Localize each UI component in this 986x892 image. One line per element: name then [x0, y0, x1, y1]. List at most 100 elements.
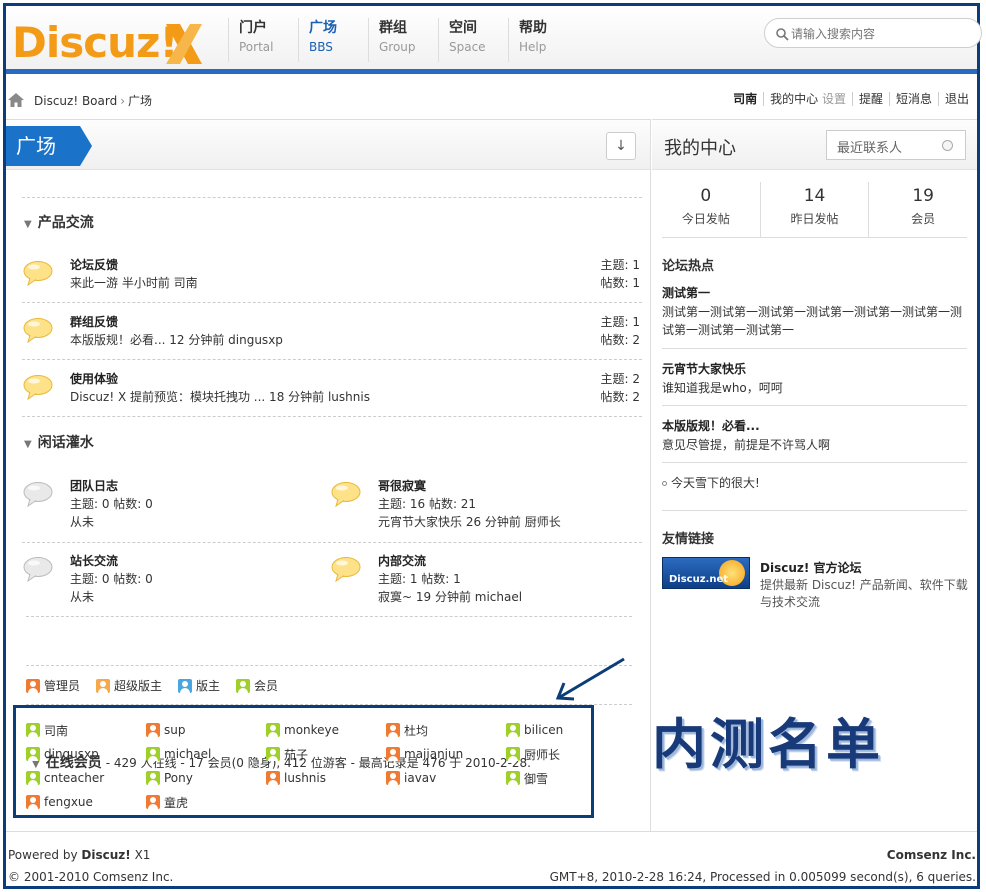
forum-cell[interactable]: 站长交流 主题: 0 帖数: 0 从未 [22, 552, 322, 608]
breadcrumb-root[interactable]: Discuz! Board [34, 94, 117, 108]
forum-cell[interactable]: 内部交流 主题: 1 帖数: 1 寂寞~ 19 分钟前 michael [330, 552, 630, 608]
nav-sublabel: Group [379, 40, 416, 54]
forum-row[interactable]: 使用体验 Discuz! X 提前预览：模块托拽功 ... 18 分钟前 lush… [22, 370, 640, 410]
forum-row[interactable]: 论坛反馈 来此一游 半小时前 司南 主题: 1 帖数: 1 [22, 256, 640, 296]
stat-cell: 19 会员 [868, 182, 977, 237]
member-name[interactable]: bilicen [524, 723, 563, 737]
member-item[interactable]: bilicen [506, 718, 626, 742]
forum-bubble-icon [23, 557, 53, 582]
friend-link-desc: 提供最新 Discuz! 产品新闻、软件下载与技术交流 [760, 578, 968, 609]
collapse-button[interactable]: ↓ [606, 132, 636, 160]
member-item[interactable]: cnteacher [26, 766, 146, 790]
search-input[interactable] [791, 24, 971, 44]
hot-topic-title[interactable]: 测试第一 [662, 284, 967, 301]
user-icon [506, 771, 520, 785]
member-item[interactable]: sup [146, 718, 266, 742]
member-item[interactable]: dingusxp [26, 742, 146, 766]
nav-sublabel: Space [449, 40, 486, 54]
member-item[interactable]: majianjun [386, 742, 506, 766]
forum-name[interactable]: 群组反馈 [70, 313, 118, 330]
my-center-group: 我的中心 设置 [763, 92, 852, 106]
username-link[interactable]: 司南 [727, 92, 763, 106]
forum-last-post[interactable]: 来此一游 半小时前 司南 [70, 274, 198, 291]
site-logo[interactable]: Discuz! [12, 18, 202, 68]
forum-last-post[interactable]: Discuz! X 提前预览：模块托拽功 ... 18 分钟前 lushnis [70, 388, 370, 405]
friend-link-logo[interactable]: Discuz.net [662, 557, 750, 589]
remind-link[interactable]: 提醒 [851, 92, 889, 106]
my-center-link[interactable]: 我的中心 [770, 92, 818, 106]
category-title[interactable]: ▼ 产品交流 [24, 212, 94, 232]
forum-last-post[interactable]: 从未 [70, 513, 94, 530]
member-name[interactable]: majianjun [404, 747, 463, 761]
powered-brand[interactable]: Discuz! [81, 848, 130, 862]
hot-bullet-item[interactable]: 今天雪下的很大! [662, 474, 760, 491]
logout-link[interactable]: 退出 [937, 92, 975, 106]
member-item[interactable]: michael [146, 742, 266, 766]
member-item[interactable]: fengxue [26, 790, 146, 814]
hot-topic[interactable]: 元宵节大家快乐 谁知道我是who，呵呵 [662, 360, 967, 397]
member-name[interactable]: 御雪 [524, 770, 548, 787]
member-name[interactable]: lushnis [284, 771, 326, 785]
hot-topic[interactable]: 本版版规！必看... 意见尽管提，前提是不许骂人啊 [662, 417, 967, 454]
member-name[interactable]: monkeye [284, 723, 339, 737]
category-title[interactable]: ▼ 闲话灌水 [24, 432, 94, 452]
breadcrumb-current[interactable]: 广场 [128, 94, 152, 108]
member-name[interactable]: iavav [404, 771, 436, 785]
forum-name[interactable]: 使用体验 [70, 370, 118, 387]
member-name[interactable]: 杜均 [404, 722, 428, 739]
member-item[interactable]: Pony [146, 766, 266, 790]
member-name[interactable]: cnteacher [44, 771, 104, 785]
forum-row[interactable]: 群组反馈 本版版规！必看... 12 分钟前 dingusxp 主题: 1 帖数: 2 [22, 313, 640, 353]
member-item[interactable]: 杜均 [386, 718, 506, 742]
company-link[interactable]: Comsenz Inc. [887, 848, 976, 862]
recent-contacts-button[interactable]: 最近联系人 [826, 130, 966, 160]
nav-item-portal[interactable]: 门户 Portal [228, 18, 298, 62]
user-icon [146, 795, 160, 809]
nav-item-space[interactable]: 空间 Space [438, 18, 508, 62]
member-name[interactable]: 茄子 [284, 746, 308, 763]
forum-name[interactable]: 团队日志 [70, 477, 118, 494]
member-item[interactable]: 厨师长 [506, 742, 626, 766]
forum-bubble-icon [23, 318, 53, 343]
member-item[interactable]: 司南 [26, 718, 146, 742]
forum-last-post[interactable]: 从未 [70, 588, 94, 605]
hot-topic-title[interactable]: 本版版规！必看... [662, 417, 967, 434]
forum-last-post[interactable]: 本版版规！必看... 12 分钟前 dingusxp [70, 331, 283, 348]
messages-link[interactable]: 短消息 [888, 92, 938, 106]
member-item[interactable]: 御雪 [506, 766, 626, 790]
member-name[interactable]: 童虎 [164, 794, 188, 811]
settings-link[interactable]: 设置 [822, 92, 846, 106]
forum-cell[interactable]: 团队日志 主题: 0 帖数: 0 从未 [22, 477, 322, 533]
forum-name[interactable]: 站长交流 [70, 552, 118, 569]
forum-stats: 主题: 16 帖数: 21 [378, 497, 477, 511]
forum-name[interactable]: 哥很寂寞 [378, 477, 426, 494]
member-name[interactable]: 司南 [44, 722, 68, 739]
member-name[interactable]: 厨师长 [524, 746, 560, 763]
member-name[interactable]: michael [164, 747, 211, 761]
main-nav: 门户 Portal 广场 BBS 群组 Group 空间 Space 帮助 Help [228, 18, 578, 62]
search-box[interactable] [764, 18, 982, 48]
forum-cell[interactable]: 哥很寂寞主题: 16 帖数: 21 元宵节大家快乐 26 分钟前 厨师长 [330, 477, 630, 533]
member-item[interactable]: 童虎 [146, 790, 266, 814]
forum-name[interactable]: 内部交流 [378, 552, 426, 569]
hot-topic[interactable]: 测试第一 测试第一测试第一测试第一测试第一测试第一测试第一测试第一测试第一测试第一 [662, 284, 967, 339]
member-item[interactable]: 茄子 [266, 742, 386, 766]
friend-link-name[interactable]: Discuz! 官方论坛 [760, 559, 862, 576]
member-item[interactable]: iavav [386, 766, 506, 790]
hot-topic-title[interactable]: 元宵节大家快乐 [662, 360, 967, 377]
forum-name[interactable]: 论坛反馈 [70, 256, 118, 273]
member-item[interactable]: monkeye [266, 718, 386, 742]
forum-last-post[interactable]: 寂寞~ 19 分钟前 michael [378, 588, 522, 605]
divider [662, 405, 967, 406]
nav-item-help[interactable]: 帮助 Help [508, 18, 578, 62]
member-name[interactable]: fengxue [44, 795, 93, 809]
member-name[interactable]: dingusxp [44, 747, 99, 761]
forum-last-post[interactable]: 元宵节大家快乐 26 分钟前 厨师长 [378, 513, 561, 530]
sidebar-title: 我的中心 [664, 138, 736, 159]
member-name[interactable]: Pony [164, 771, 193, 785]
member-item[interactable]: lushnis [266, 766, 386, 790]
home-icon[interactable] [8, 93, 24, 107]
nav-item-bbs[interactable]: 广场 BBS [298, 18, 368, 62]
nav-item-group[interactable]: 群组 Group [368, 18, 438, 62]
member-name[interactable]: sup [164, 723, 185, 737]
